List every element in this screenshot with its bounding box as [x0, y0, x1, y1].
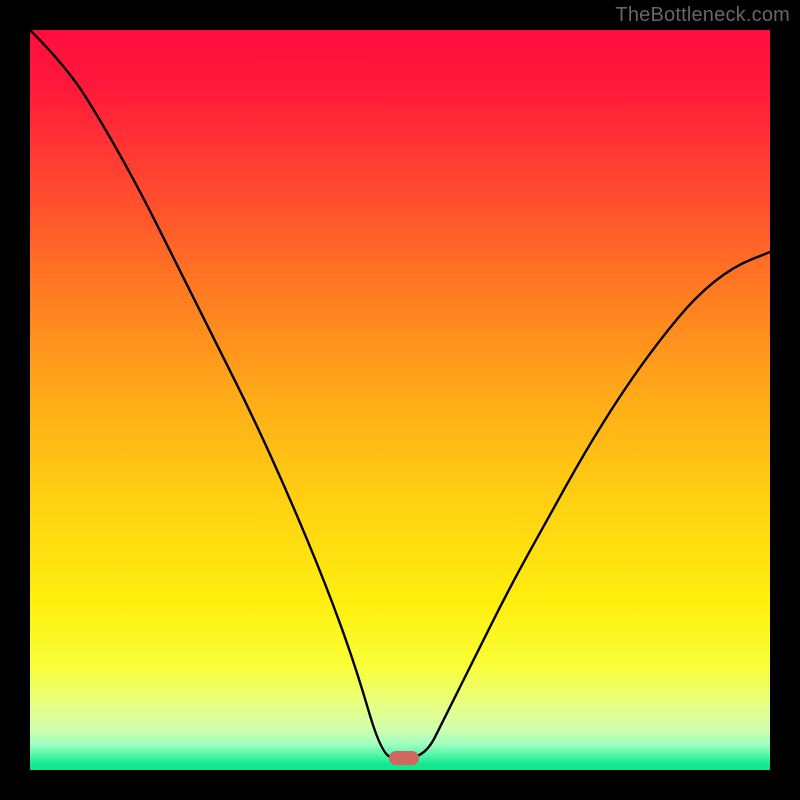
watermark-text: TheBottleneck.com — [615, 4, 790, 27]
chart-frame: TheBottleneck.com — [0, 0, 800, 800]
bottleneck-curve — [30, 30, 770, 770]
trough-marker — [389, 751, 419, 765]
plot-area — [30, 30, 770, 770]
